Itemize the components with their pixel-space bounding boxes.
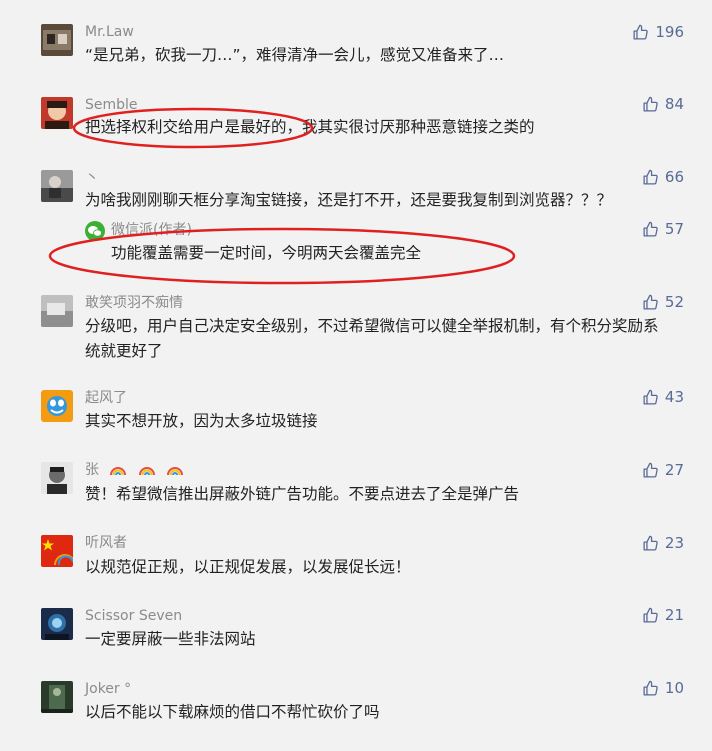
author-reply-nickname[interactable]: 微信派(作者) [111,221,192,239]
comment-nickname-text: 张 [85,462,99,478]
avatar[interactable] [41,462,73,494]
like-button[interactable]: 196 [632,23,684,41]
comment-text: 一定要屏蔽一些非法网站 [85,630,256,648]
comment-nickname[interactable]: 起风了 [85,389,127,407]
like-count: 21 [664,606,684,624]
like-button[interactable]: 23 [642,534,684,552]
thumbs-up-icon [633,24,649,40]
like-count: 84 [664,95,684,113]
thumbs-up-icon [643,535,658,551]
comment-text: 以后不能以下载麻烦的借口不帮忙砍价了吗 [85,703,380,721]
like-button[interactable]: 66 [642,168,684,186]
thumbs-up-icon [643,680,658,696]
comment-nickname[interactable]: Scissor Seven [85,607,182,625]
comment-nickname[interactable]: Mr.Law [85,23,134,41]
rainbow-icon [110,467,127,476]
avatar[interactable] [41,170,73,202]
comment-nickname[interactable]: 敢笑项羽不痴情 [85,294,183,312]
avatar[interactable] [41,681,73,713]
thumbs-up-icon [643,169,658,185]
thumbs-up-icon [643,96,658,112]
thumbs-up-icon [643,294,658,310]
comment-text: “是兄弟，砍我一刀…”，难得清净一会儿，感觉又准备来了… [85,46,505,64]
like-button[interactable]: 84 [642,95,684,113]
thumbs-up-icon [643,607,658,623]
comment-text: 分级吧，用户自己决定安全级别，不过希望微信可以健全举报机制，有个积分奖励系统就更… [85,317,659,360]
comment-nickname[interactable]: 张 [85,461,184,479]
thumbs-up-icon [643,221,658,237]
author-reply-text: 功能覆盖需要一定时间，今明两天会覆盖完全 [111,244,422,262]
author-avatar [85,221,105,241]
like-count: 43 [664,388,684,406]
like-button[interactable]: 57 [642,220,684,238]
thumbs-up-icon [643,462,658,478]
like-count: 66 [664,168,684,186]
comment-text: 赞！希望微信推出屏蔽外链广告功能。不要点进去了全是弹广告 [85,485,520,503]
rainbow-icon [138,467,155,476]
comment-nickname[interactable]: Joker ° [85,680,131,698]
comment-text: 其实不想开放，因为太多垃圾链接 [85,412,318,430]
like-button[interactable]: 27 [642,461,684,479]
avatar[interactable] [41,97,73,129]
like-count: 52 [664,293,684,311]
like-count: 10 [664,679,684,697]
like-button[interactable]: 43 [642,388,684,406]
like-count: 23 [664,534,684,552]
like-button[interactable]: 10 [642,679,684,697]
like-count: 196 [655,23,684,41]
like-count: 27 [664,461,684,479]
avatar[interactable] [41,390,73,422]
like-button[interactable]: 21 [642,606,684,624]
avatar[interactable] [41,295,73,327]
comment-text: 把选择权利交给用户是最好的，我其实很讨厌那种恶意链接之类的 [85,118,535,136]
avatar[interactable] [41,608,73,640]
comment-nickname[interactable]: Semble [85,96,138,114]
avatar[interactable] [41,24,73,56]
comment-text: 以规范促正规，以正规促发展，以发展促长远！ [85,558,411,576]
comment-nickname[interactable]: 听风者 [85,534,127,552]
avatar[interactable] [41,535,73,567]
comment-nickname[interactable]: 丶 [85,169,99,187]
comment-text: 为啥我刚刚聊天框分享淘宝链接，还是打不开，还是要我复制到浏览器？？？ [85,191,613,209]
like-count: 57 [664,220,684,238]
thumbs-up-icon [643,389,658,405]
rainbow-icon [167,467,184,476]
like-button[interactable]: 52 [642,293,684,311]
